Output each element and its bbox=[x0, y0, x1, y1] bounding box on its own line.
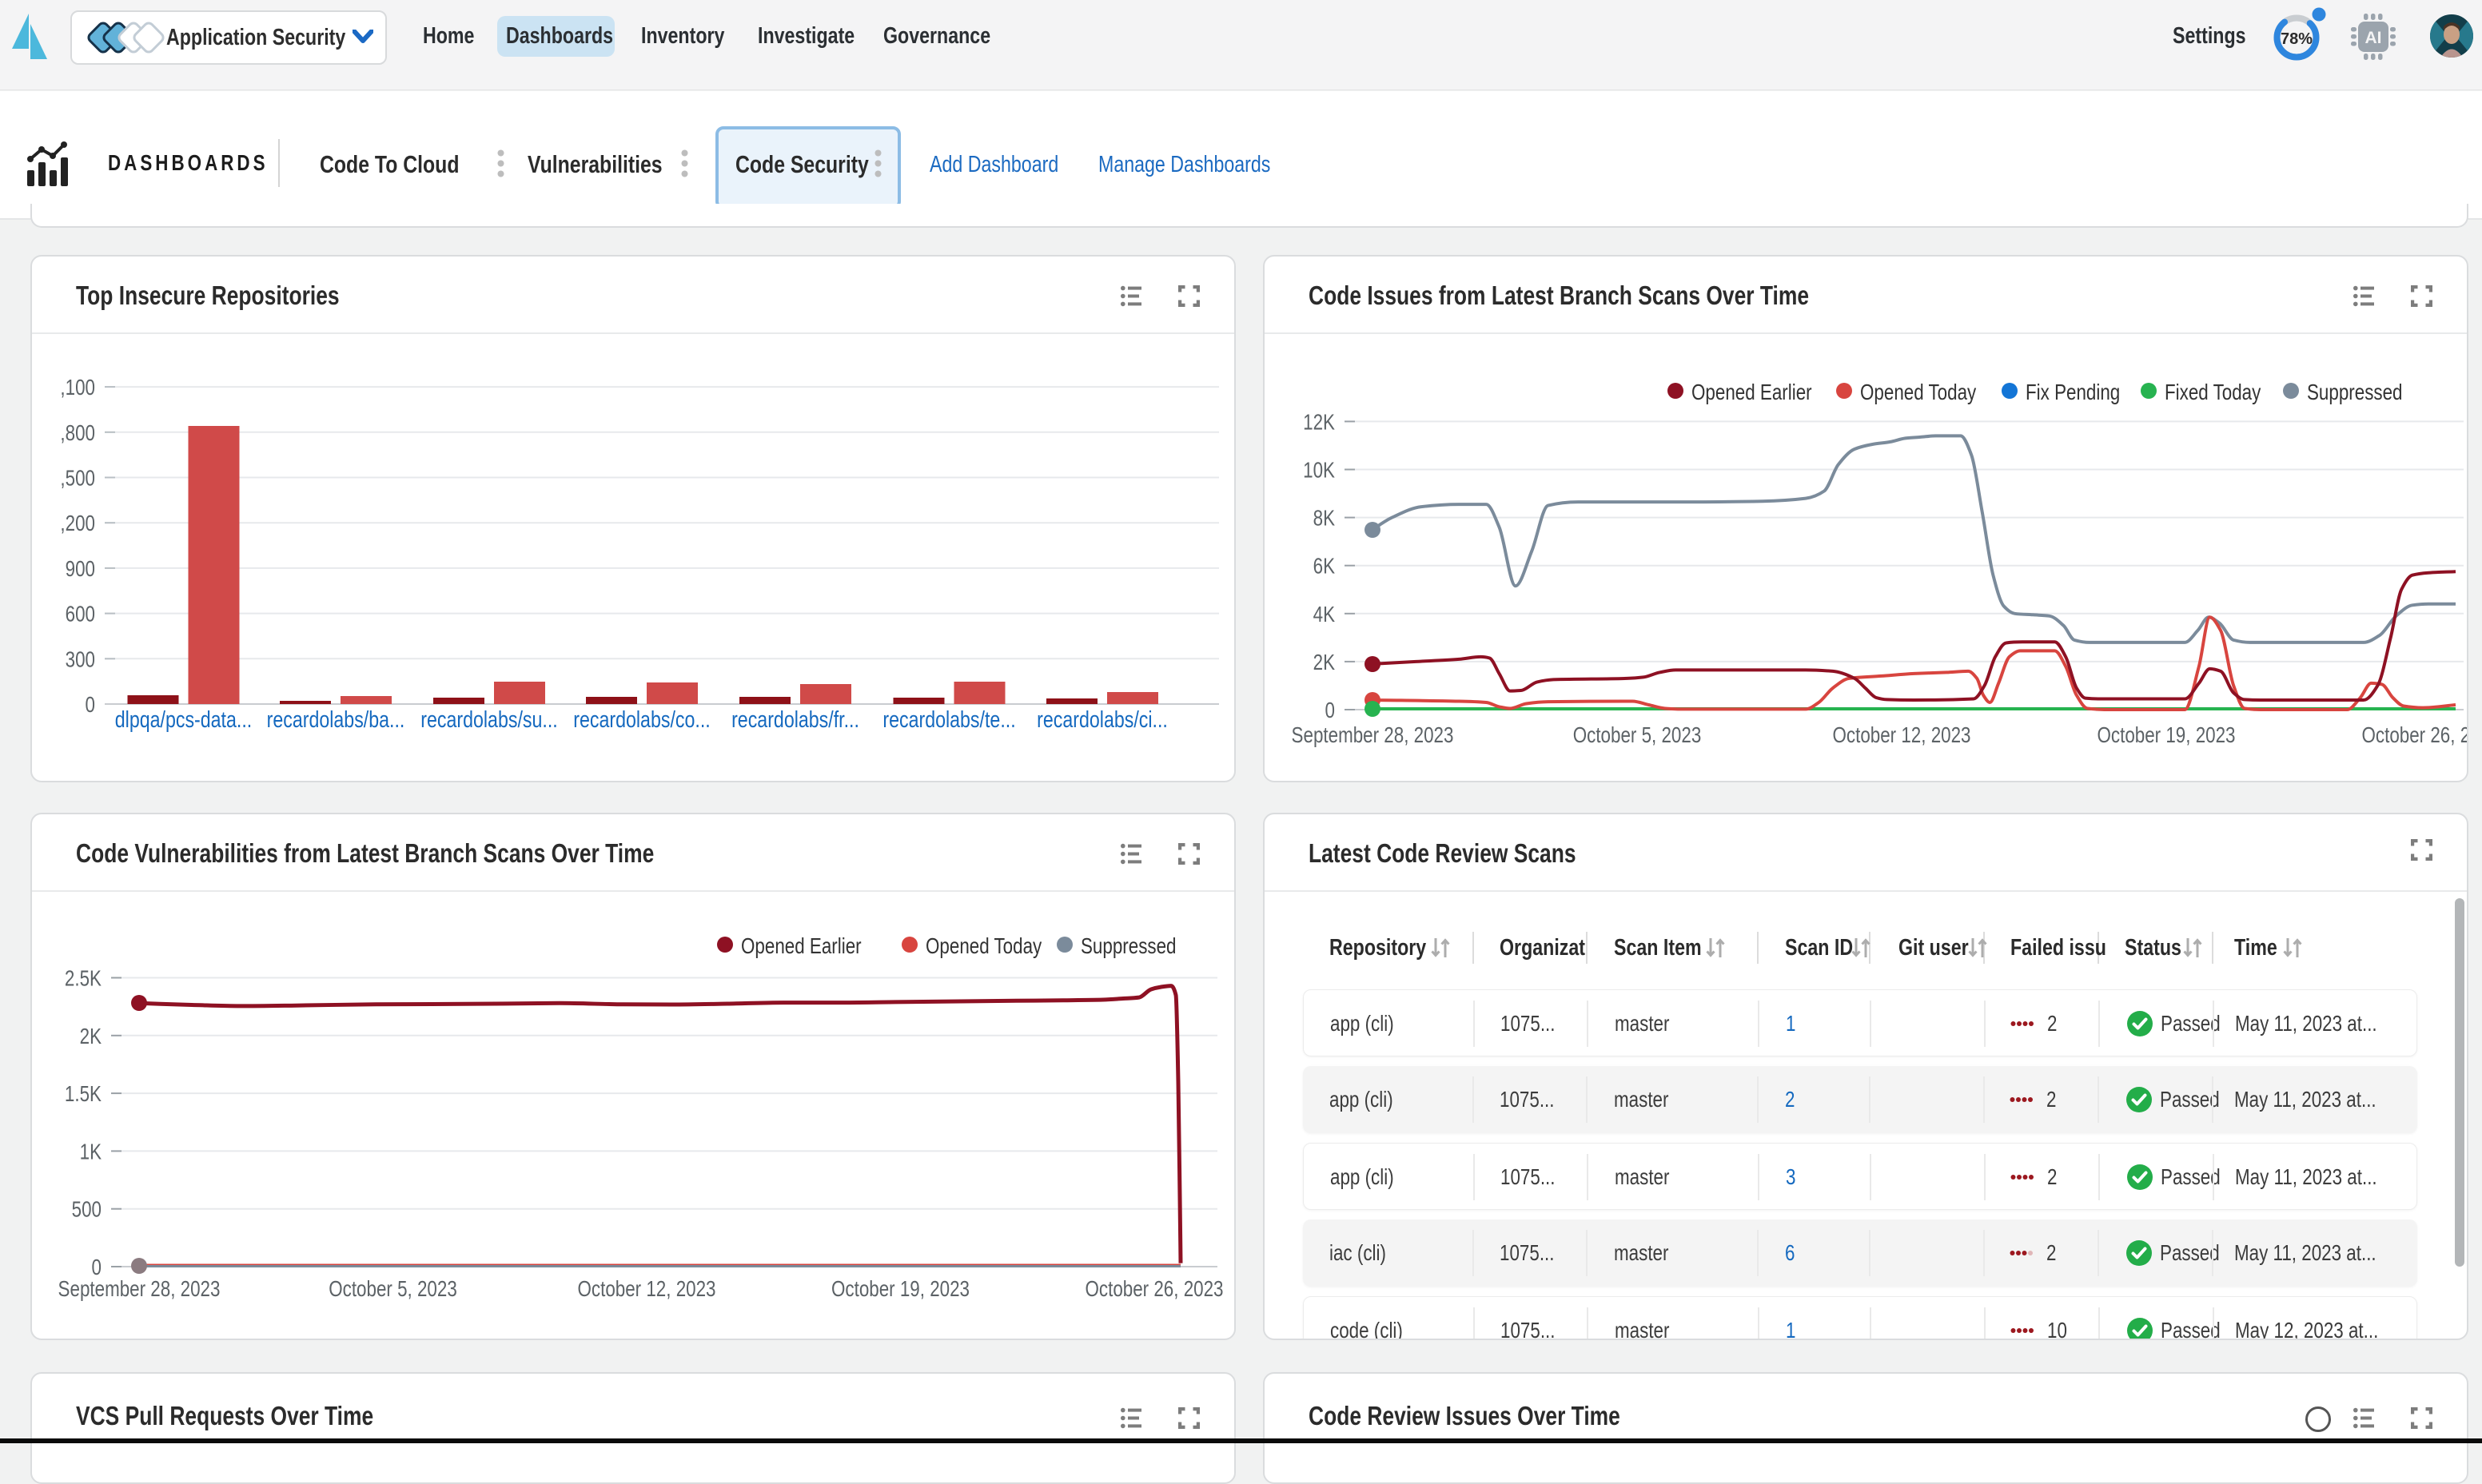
svg-text:500: 500 bbox=[72, 1197, 102, 1222]
svg-text:dlpqa/pcs-data...: dlpqa/pcs-data... bbox=[115, 706, 252, 732]
svg-text:0: 0 bbox=[86, 693, 95, 718]
svg-text:October 19, 2023: October 19, 2023 bbox=[831, 1277, 970, 1302]
svg-text:October 26, 2023: October 26, 2023 bbox=[1085, 1277, 1223, 1302]
svg-text:12K: 12K bbox=[1303, 410, 1335, 435]
svg-text:October 12, 2023: October 12, 2023 bbox=[1832, 723, 1970, 748]
svg-text:recardolabs/su...: recardolabs/su... bbox=[420, 706, 557, 732]
svg-text:Opened Earlier: Opened Earlier bbox=[1691, 380, 1812, 405]
svg-text:October 19, 2023: October 19, 2023 bbox=[2097, 723, 2235, 748]
svg-text:8K: 8K bbox=[1313, 506, 1335, 531]
svg-text:1.5K: 1.5K bbox=[65, 1082, 102, 1107]
svg-text:October 5, 2023: October 5, 2023 bbox=[1573, 723, 1702, 748]
svg-text:October 26, 2023: October 26, 2023 bbox=[2361, 723, 2467, 748]
svg-text:600: 600 bbox=[66, 602, 95, 627]
svg-text:recardolabs/te...: recardolabs/te... bbox=[882, 706, 1015, 732]
svg-text:1K: 1K bbox=[80, 1140, 102, 1164]
svg-text:Fixed Today: Fixed Today bbox=[2165, 380, 2261, 405]
svg-text:300: 300 bbox=[66, 647, 95, 672]
svg-text:900: 900 bbox=[66, 557, 95, 582]
svg-text:recardolabs/fr...: recardolabs/fr... bbox=[731, 706, 859, 732]
svg-text:0: 0 bbox=[1325, 698, 1335, 723]
svg-text:,500: ,500 bbox=[60, 466, 95, 491]
svg-text:Fix Pending: Fix Pending bbox=[2026, 380, 2120, 405]
svg-text:October 12, 2023: October 12, 2023 bbox=[577, 1277, 715, 1302]
svg-text:October 5, 2023: October 5, 2023 bbox=[329, 1277, 457, 1302]
svg-text:10K: 10K bbox=[1303, 458, 1335, 483]
svg-text:78%: 78% bbox=[2281, 30, 2313, 48]
svg-text:Opened Today: Opened Today bbox=[926, 934, 1042, 959]
svg-text:2.5K: 2.5K bbox=[65, 966, 102, 991]
svg-text:,100: ,100 bbox=[60, 376, 95, 400]
svg-text:recardolabs/ba...: recardolabs/ba... bbox=[267, 706, 405, 732]
svg-text:Opened Earlier: Opened Earlier bbox=[741, 934, 862, 959]
svg-text:4K: 4K bbox=[1313, 603, 1335, 627]
svg-text:Opened Today: Opened Today bbox=[1860, 380, 1977, 405]
svg-text:recardolabs/ci...: recardolabs/ci... bbox=[1037, 706, 1168, 732]
svg-text:2K: 2K bbox=[80, 1024, 102, 1049]
svg-text:6K: 6K bbox=[1313, 554, 1335, 579]
svg-text:September 28, 2023: September 28, 2023 bbox=[1292, 723, 1454, 748]
svg-text:Suppressed: Suppressed bbox=[1081, 934, 1177, 959]
svg-text:2K: 2K bbox=[1313, 650, 1335, 675]
svg-text:AI: AI bbox=[2365, 29, 2382, 47]
svg-text:,800: ,800 bbox=[60, 421, 95, 446]
svg-text:recardolabs/co...: recardolabs/co... bbox=[573, 706, 710, 732]
svg-text:September 28, 2023: September 28, 2023 bbox=[58, 1277, 221, 1302]
svg-text:,200: ,200 bbox=[60, 511, 95, 536]
svg-text:Suppressed: Suppressed bbox=[2307, 380, 2403, 405]
